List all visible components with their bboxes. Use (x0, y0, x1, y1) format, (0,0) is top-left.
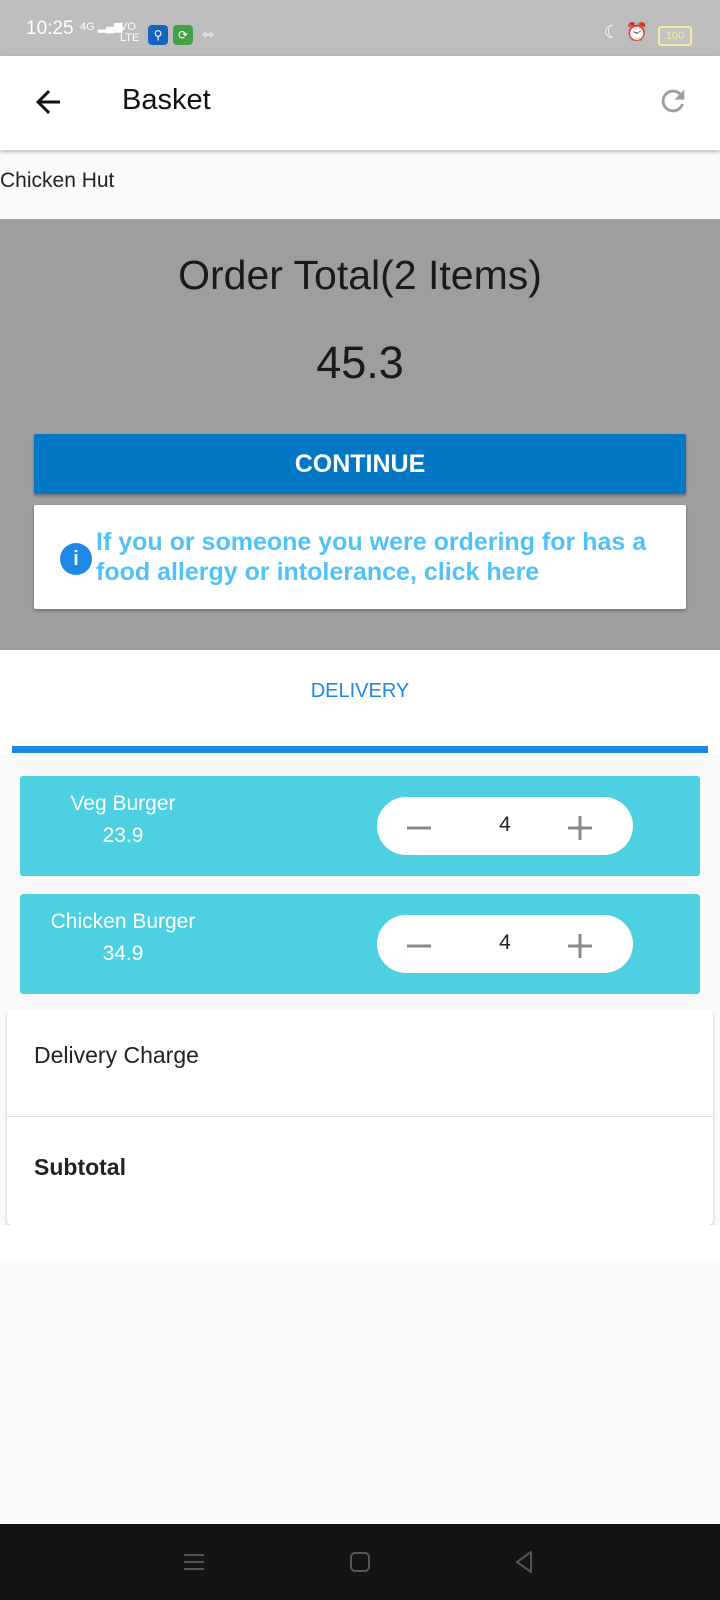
basket-item: Veg Burger 23.9 4 (20, 776, 700, 876)
charges-summary: Delivery Charge Subtotal (7, 1010, 713, 1225)
app-bar: Basket (0, 56, 720, 150)
network-type: 4G (80, 21, 95, 33)
signal-icon: 4G ▂▄▆ (80, 21, 123, 33)
arrow-back-icon[interactable] (30, 84, 66, 120)
minus-icon[interactable] (393, 801, 443, 851)
plus-icon[interactable] (555, 801, 605, 851)
continue-button[interactable]: CONTINUE (34, 434, 686, 494)
moon-icon: ☾ (603, 22, 620, 42)
quantity-value: 4 (499, 813, 511, 836)
tab-bar: DELIVERY (0, 650, 720, 754)
status-bar: 10:25 4G ▂▄▆ VO LTE ⚲ ⟳ ⚯ ☾ ⏰ 100 (0, 0, 720, 56)
content-background (0, 1225, 720, 1261)
restaurant-name: Chicken Hut (0, 169, 115, 192)
order-total-value: 45.3 (316, 337, 404, 388)
home-icon[interactable] (342, 1544, 378, 1580)
order-total-label: Order Total(2 Items) (178, 252, 542, 298)
quantity-stepper: 4 (377, 915, 633, 973)
battery-icon: 100 (658, 26, 692, 46)
restaurant-header: Chicken Hut (0, 165, 720, 219)
basket-item: Chicken Burger 34.9 4 (20, 894, 700, 994)
quantity-value: 4 (499, 931, 511, 954)
delivery-charge-label: Delivery Charge (34, 1042, 199, 1068)
quantity-stepper: 4 (377, 797, 633, 855)
tab-delivery[interactable]: DELIVERY (0, 680, 720, 703)
app-notification-icon: ⟳ (173, 25, 193, 45)
refresh-icon[interactable] (656, 84, 690, 118)
share-icon: ⚯ (202, 28, 214, 42)
status-time: 10:25 (26, 18, 74, 39)
back-nav-icon[interactable] (506, 1544, 542, 1580)
item-name: Veg Burger (70, 792, 176, 815)
minus-icon[interactable] (393, 919, 443, 969)
system-nav-bar (0, 1524, 720, 1600)
subtotal-label: Subtotal (34, 1154, 126, 1180)
item-name: Chicken Burger (50, 910, 196, 933)
item-price: 34.9 (102, 942, 144, 965)
alarm-icon: ⏰ (625, 22, 648, 42)
allergy-link[interactable]: If you or someone you were ordering for … (96, 527, 666, 587)
divider (7, 1116, 713, 1117)
allergy-notice[interactable]: i If you or someone you were ordering fo… (34, 505, 686, 609)
usb-icon: ⚲ (148, 25, 168, 45)
info-icon: i (60, 543, 92, 575)
page-title: Basket (122, 84, 211, 116)
item-price: 23.9 (102, 824, 144, 847)
plus-icon[interactable] (555, 919, 605, 969)
volte-icon: VO LTE (120, 21, 140, 44)
order-summary-panel: Order Total(2 Items) 45.3 CONTINUE i If … (0, 219, 720, 650)
tab-indicator (12, 746, 708, 753)
menu-icon[interactable] (176, 1544, 212, 1580)
